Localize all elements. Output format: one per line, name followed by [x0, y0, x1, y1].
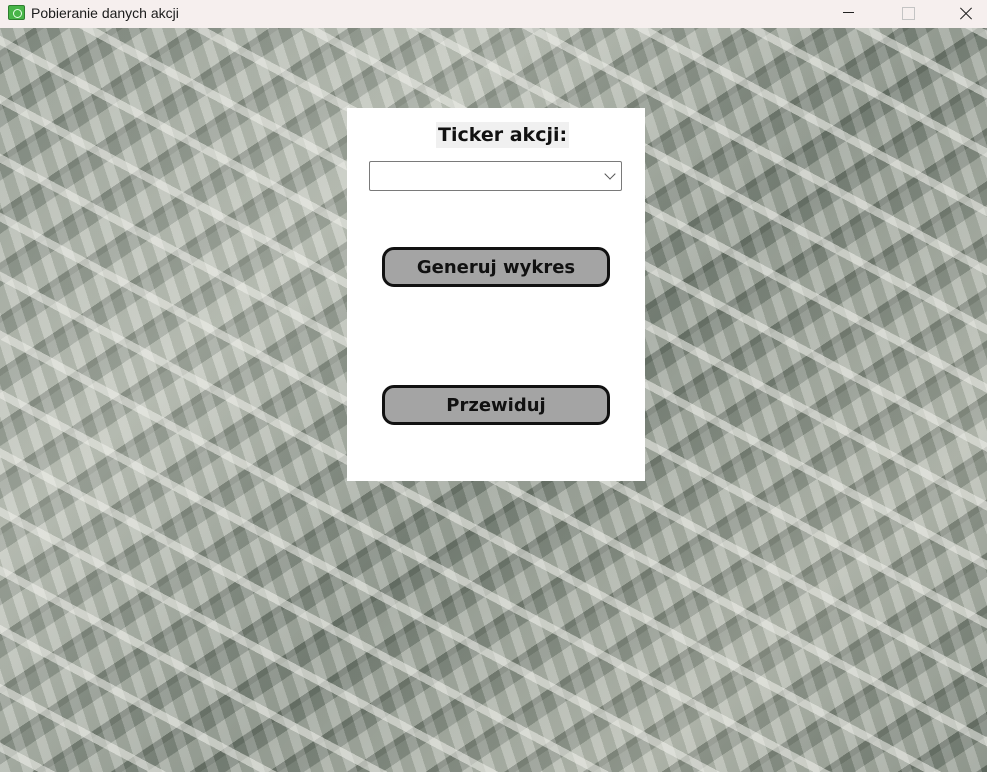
maximize-button[interactable]: [884, 0, 930, 28]
ticker-dropdown[interactable]: [369, 161, 622, 191]
ticker-label: Ticker akcji:: [436, 122, 570, 148]
generate-chart-button[interactable]: Generuj wykres: [382, 247, 610, 287]
window-title: Pobieranie danych akcji: [31, 5, 179, 21]
chevron-down-icon[interactable]: [604, 168, 616, 180]
money-icon: [8, 5, 25, 20]
predict-button[interactable]: Przewiduj: [382, 385, 610, 425]
minimize-button[interactable]: [826, 0, 872, 28]
form-panel: Ticker akcji: Generuj wykres Przewiduj: [347, 108, 645, 481]
title-bar: Pobieranie danych akcji: [0, 0, 987, 28]
close-button[interactable]: [942, 0, 987, 28]
